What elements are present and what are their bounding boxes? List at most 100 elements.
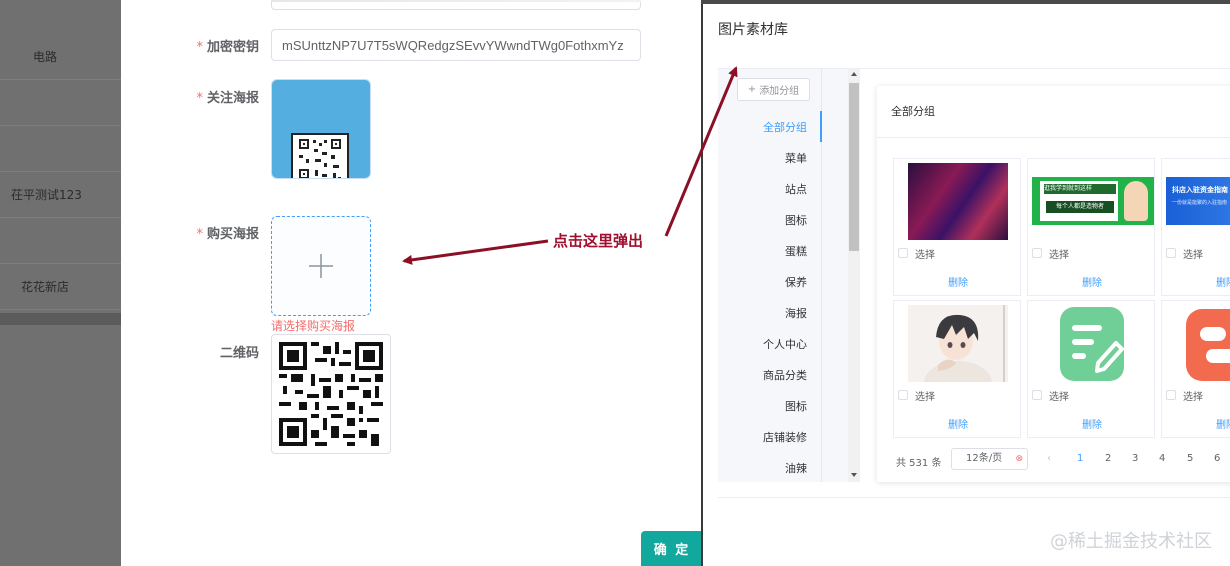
image-panel-header: 全部分组	[877, 86, 1230, 138]
group-item-poster[interactable]: 海报	[718, 305, 821, 321]
select-checkbox[interactable]	[1166, 248, 1176, 258]
sidebar-item-label: 茌平测试123	[11, 188, 82, 202]
image-card: 抖店入驻资金指南 一份就是能聚的入驻指南 选择 删除	[1161, 158, 1230, 296]
page-size-select[interactable]: 12条/页 ⊗	[951, 448, 1028, 470]
annotation-text: 点击这里弹出	[553, 232, 644, 250]
sidebar-item-empty[interactable]	[0, 218, 121, 264]
banner-promo-headline: 逛我学到就到这样	[1044, 184, 1116, 194]
banner-promo-person	[1124, 181, 1148, 221]
plus-icon: +	[747, 84, 757, 95]
page-size-value: 12条/页	[966, 453, 1003, 464]
select-checkbox[interactable]	[898, 390, 908, 400]
sidebar-item-chiping-test[interactable]: 茌平测试123	[0, 172, 121, 218]
banner-promo-subline: 每个人都是造物者	[1046, 201, 1114, 213]
library-body: + 添加分组 全部分组 菜单 站点 图标 蛋糕 保养 海报 个人中心 商品分类 …	[718, 68, 1230, 498]
group-item-profile[interactable]: 个人中心	[718, 336, 821, 352]
group-item-icon-2[interactable]: 图标	[718, 398, 821, 414]
required-mark: *	[196, 91, 203, 106]
page-2[interactable]: 2	[1105, 453, 1111, 464]
group-item-all[interactable]: 全部分组	[718, 119, 821, 135]
sidebar-item-label: 花花新店	[21, 280, 70, 294]
select-checkbox[interactable]	[898, 248, 908, 258]
anime-character-image[interactable]	[908, 305, 1008, 382]
follow-poster-image[interactable]	[271, 79, 371, 179]
select-checkbox[interactable]	[1032, 248, 1042, 258]
plus-icon	[309, 254, 333, 278]
poster-qr-frame	[291, 133, 349, 178]
page-1[interactable]: 1	[1077, 453, 1083, 464]
scroll-up-icon[interactable]	[851, 72, 857, 76]
dialog-title: 图片素材库	[718, 22, 788, 38]
secret-key-value: mSUnttzNP7U7T5sWQRedgzSEvvYWwndTWg0Fothx…	[282, 37, 624, 53]
select-label: 选择	[1049, 250, 1069, 261]
secret-key-label: * 加密密钥	[161, 36, 259, 55]
follow-poster-label: * 关注海报	[161, 87, 259, 106]
select-label: 选择	[915, 250, 935, 261]
delete-link[interactable]: 删除	[1162, 416, 1230, 431]
select-label: 选择	[1183, 250, 1203, 261]
scroll-down-icon[interactable]	[851, 473, 857, 477]
group-item-site[interactable]: 站点	[718, 181, 821, 197]
group-item-category[interactable]: 商品分类	[718, 367, 821, 383]
page-5[interactable]: 5	[1187, 453, 1193, 464]
blue-banner-image[interactable]: 抖店入驻资金指南 一份就是能聚的入驻指南	[1166, 177, 1230, 225]
image-card: 选择 删除	[893, 300, 1021, 438]
group-item-chili-oil[interactable]: 油辣	[718, 460, 821, 476]
delete-link[interactable]: 删除	[1162, 274, 1230, 289]
pagination-total: 共 531 条	[896, 458, 942, 469]
sidebar-item-huahua-store[interactable]: 花花新店	[0, 264, 121, 310]
secret-key-input[interactable]: mSUnttzNP7U7T5sWQRedgzSEvvYWwndTWg0Fothx…	[271, 29, 641, 61]
group-item-maintenance[interactable]: 保养	[718, 274, 821, 290]
required-mark: *	[196, 227, 203, 242]
page-4[interactable]: 4	[1159, 453, 1165, 464]
sidebar-selection-bar	[0, 313, 121, 325]
left-sidebar: 电路 茌平测试123 花花新店	[0, 0, 121, 566]
select-label: 选择	[1183, 392, 1203, 403]
qrcode-icon	[279, 342, 383, 446]
group-item-cake[interactable]: 蛋糕	[718, 243, 821, 259]
blue-banner-subline: 一份就是能聚的入驻指南	[1172, 200, 1228, 206]
select-checkbox[interactable]	[1032, 390, 1042, 400]
add-group-label: 添加分组	[759, 86, 800, 97]
document-edit-icon	[1060, 307, 1124, 381]
delete-link[interactable]: 删除	[894, 274, 1022, 289]
page-3[interactable]: 3	[1132, 453, 1138, 464]
qrcode-image[interactable]	[271, 334, 391, 454]
add-group-button[interactable]: + 添加分组	[737, 78, 810, 101]
green-document-icon-image[interactable]	[1042, 305, 1142, 382]
buy-poster-upload[interactable]	[271, 216, 371, 316]
sidebar-item-empty[interactable]	[0, 126, 121, 172]
delete-link[interactable]: 删除	[1028, 416, 1156, 431]
select-checkbox[interactable]	[1166, 390, 1176, 400]
follow-poster-label-text: 关注海报	[206, 91, 259, 106]
image-panel-title: 全部分组	[891, 105, 935, 118]
image-card: 选择 删除	[1161, 300, 1230, 438]
prev-page-button[interactable]: ‹	[1047, 453, 1051, 464]
orange-app-icon-image[interactable]	[1176, 305, 1230, 382]
group-scrollbar-thumb[interactable]	[849, 83, 859, 251]
group-item-store-decor[interactable]: 店铺装修	[718, 429, 821, 445]
banner-promo-card: 逛我学到就到这样 每个人都是造物者	[1038, 179, 1120, 223]
banner-promo-image[interactable]: 逛我学到就到这样 每个人都是造物者	[1032, 177, 1154, 225]
page-6[interactable]: 6	[1214, 453, 1220, 464]
watermark: @稀土掘金技术社区	[1050, 531, 1212, 552]
group-item-icon[interactable]: 图标	[718, 212, 821, 228]
required-mark: *	[196, 40, 203, 55]
purple-abstract-image[interactable]	[908, 163, 1008, 240]
qrcode-label: 二维码	[161, 342, 259, 361]
image-grid-panel: 全部分组 选择 删除 逛我学到就到这样 每个人都是造物者 选择 删除 抖店入驻资…	[877, 86, 1230, 482]
delete-link[interactable]: 删除	[1028, 274, 1156, 289]
sidebar-item-empty[interactable]	[0, 80, 121, 126]
secret-key-label-text: 加密密钥	[206, 40, 259, 55]
buy-poster-label: * 购买海报	[161, 223, 259, 242]
clear-icon[interactable]: ⊗	[1015, 449, 1023, 469]
image-card: 选择 删除	[893, 158, 1021, 296]
sidebar-item-circuit[interactable]: 电路	[0, 34, 121, 80]
group-panel: + 添加分组 全部分组 菜单 站点 图标 蛋糕 保养 海报 个人中心 商品分类 …	[718, 69, 860, 482]
delete-link[interactable]: 删除	[894, 416, 1022, 431]
orange-app-icon	[1186, 309, 1230, 381]
sidebar-item-label: 电路	[33, 50, 58, 64]
group-item-menu[interactable]: 菜单	[718, 150, 821, 166]
buy-poster-error: 请选择购买海报	[271, 319, 356, 333]
confirm-button[interactable]: 确 定	[641, 531, 703, 566]
